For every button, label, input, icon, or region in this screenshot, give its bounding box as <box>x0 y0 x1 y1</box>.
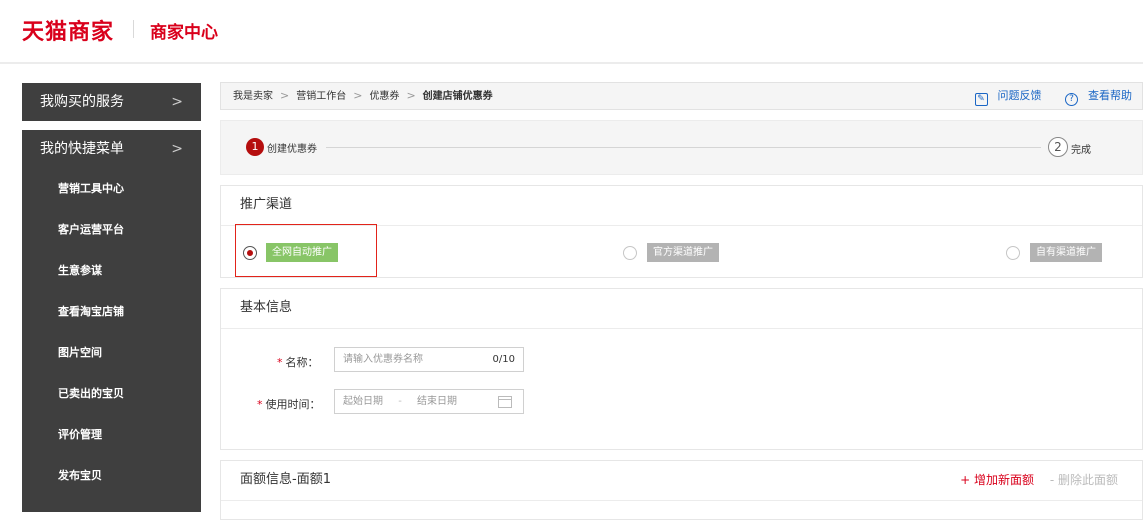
step-1-number: 1 <box>246 138 264 156</box>
breadcrumb-current: 创建店铺优惠券 <box>422 91 493 102</box>
amount-panel: 面额信息-面额1 + 增加新面额 - 删除此面额 <box>220 460 1143 520</box>
feedback-label: 问题反馈 <box>997 89 1042 102</box>
edit-icon: ✎ <box>974 93 988 106</box>
basic-info-panel: 基本信息 * 名称： 请输入优惠券名称 0/10 * 使用时间： 起始日期 - 结束… <box>220 288 1143 450</box>
sidebar-quick-menu[interactable]: 我的快捷菜单 > <box>22 130 201 168</box>
step-2-label: 完成 <box>1071 145 1091 156</box>
chevron-right-icon: > <box>171 94 183 110</box>
channel-option-official[interactable]: 官方渠道推广 <box>647 243 719 262</box>
breadcrumb-coupon[interactable]: 优惠券 <box>369 91 399 102</box>
sidebar-item-reviews[interactable]: 评价管理 <box>22 414 201 455</box>
breadcrumb: 我是卖家 > 营销工作台 > 优惠券 > 创建店铺优惠券 ✎ 问题反馈 ? 查看帮助 <box>220 82 1143 110</box>
name-label-text: 名称： <box>285 356 319 369</box>
brand-logo[interactable]: 天猫商家 <box>22 14 114 46</box>
top-header: 天猫商家 商家中心 <box>0 0 1143 64</box>
breadcrumb-marketing[interactable]: 营销工作台 <box>296 91 346 102</box>
step-connector <box>326 147 1041 148</box>
channel-option-own[interactable]: 自有渠道推广 <box>1030 243 1102 262</box>
coupon-name-count: 0/10 <box>492 354 515 365</box>
date-range-input[interactable]: 起始日期 - 结束日期 <box>334 389 524 414</box>
calendar-icon[interactable] <box>498 396 512 408</box>
date-range-separator: - <box>398 396 402 407</box>
step-2-number: 2 <box>1048 137 1068 157</box>
time-label-text: 使用时间： <box>265 398 321 411</box>
help-label: 查看帮助 <box>1088 89 1132 102</box>
sidebar-services-label: 我购买的服务 <box>40 94 124 110</box>
step-1-label: 创建优惠券 <box>267 144 317 155</box>
delete-amount-button[interactable]: - 删除此面额 <box>1050 473 1118 487</box>
sidebar-item-image-space[interactable]: 图片空间 <box>22 332 201 373</box>
feedback-link[interactable]: ✎ 问题反馈 <box>969 89 1042 106</box>
sidebar-item-customer-ops[interactable]: 客户运营平台 <box>22 209 201 250</box>
chevron-right-icon: > <box>280 89 290 102</box>
sidebar-item-publish-item[interactable]: 发布宝贝 <box>22 455 201 496</box>
sidebar-quick-list: 营销工具中心 客户运营平台 生意参谋 查看淘宝店铺 图片空间 已卖出的宝贝 评价… <box>22 168 201 512</box>
add-amount-button[interactable]: + 增加新面额 <box>960 473 1034 487</box>
brand-subtitle[interactable]: 商家中心 <box>150 18 218 43</box>
sidebar-item-view-shop[interactable]: 查看淘宝店铺 <box>22 291 201 332</box>
channel-title: 推广渠道 <box>221 186 1142 226</box>
sidebar-quick-menu-label: 我的快捷菜单 <box>40 141 124 157</box>
chevron-right-icon: > <box>406 89 416 102</box>
coupon-name-placeholder: 请输入优惠券名称 <box>343 354 423 365</box>
required-icon: * <box>257 398 263 411</box>
breadcrumb-seller[interactable]: 我是卖家 <box>233 91 273 102</box>
brand-divider <box>133 20 134 38</box>
end-date-placeholder: 结束日期 <box>416 396 457 407</box>
basic-info-title: 基本信息 <box>221 289 1142 329</box>
channel-panel: 推广渠道 全网自动推广 官方渠道推广 自有渠道推广 <box>220 185 1143 278</box>
sidebar-item-business-advisor[interactable]: 生意参谋 <box>22 250 201 291</box>
chevron-right-icon: > <box>353 89 363 102</box>
header-links: ✎ 问题反馈 ? 查看帮助 <box>963 83 1132 109</box>
required-icon: * <box>277 356 283 369</box>
help-link[interactable]: ? 查看帮助 <box>1059 89 1132 106</box>
name-label: * 名称： <box>277 354 319 370</box>
channel-radio-official[interactable] <box>623 246 637 260</box>
sidebar-services[interactable]: 我购买的服务 > <box>22 83 201 121</box>
question-icon: ? <box>1065 93 1078 106</box>
progress-steps: 1 创建优惠券 2 完成 <box>220 120 1143 175</box>
amount-actions: + 增加新面额 - 删除此面额 <box>960 461 1118 499</box>
sidebar-item-marketing-tools[interactable]: 营销工具中心 <box>22 168 201 209</box>
time-label: * 使用时间： <box>257 396 321 412</box>
highlight-box <box>235 224 377 277</box>
channel-radio-own[interactable] <box>1006 246 1020 260</box>
sidebar-item-sold-items[interactable]: 已卖出的宝贝 <box>22 373 201 414</box>
start-date-placeholder: 起始日期 <box>343 396 383 407</box>
chevron-right-icon: > <box>171 141 183 157</box>
coupon-name-input[interactable]: 请输入优惠券名称 0/10 <box>334 347 524 372</box>
